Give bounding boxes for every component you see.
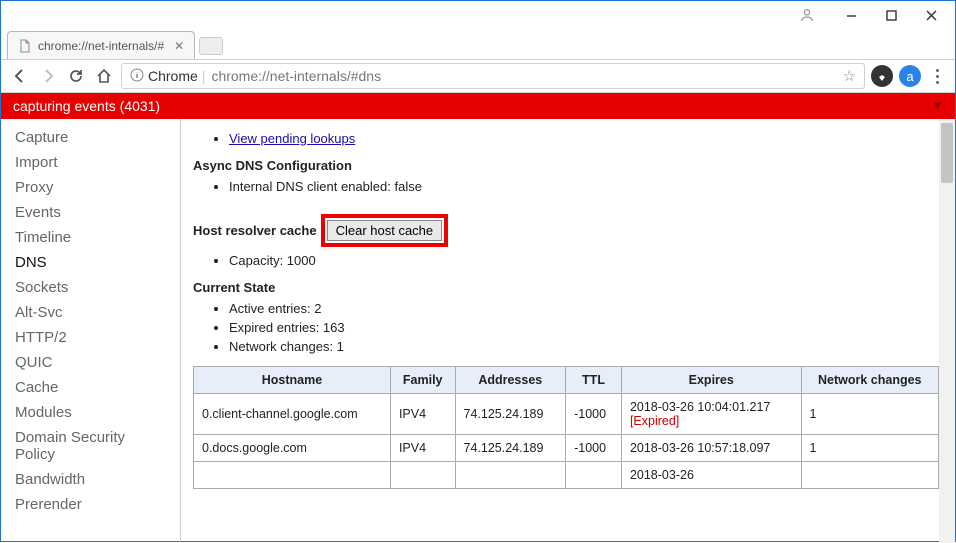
table-cell: 1 — [801, 435, 939, 462]
new-tab-button[interactable] — [199, 37, 223, 55]
capture-status-text: capturing events (4031) — [13, 98, 160, 114]
sidebar-item-alt-svc[interactable]: Alt-Svc — [1, 300, 180, 325]
state-item: Expired entries: 163 — [229, 318, 939, 337]
maximize-button[interactable] — [871, 1, 911, 29]
sidebar-item-proxy[interactable]: Proxy — [1, 175, 180, 200]
content-area: CaptureImportProxyEventsTimelineDNSSocke… — [1, 119, 955, 543]
main-panel: View pending lookups Async DNS Configura… — [181, 119, 955, 543]
table-cell: 2018-03-26 10:57:18.097 — [621, 435, 801, 462]
column-header: Expires — [621, 367, 801, 394]
profile-icon[interactable] — [795, 3, 819, 27]
highlight-box: Clear host cache — [321, 214, 449, 247]
sidebar-item-events[interactable]: Events — [1, 200, 180, 225]
browser-toolbar: Chrome | chrome://net-internals/#dns ☆ a — [1, 59, 955, 93]
table-cell: IPV4 — [390, 435, 455, 462]
table-cell: 0.client-channel.google.com — [194, 394, 391, 435]
table-cell: 2018-03-26 10:04:01.217[Expired] — [621, 394, 801, 435]
url-text: chrome://net-internals/#dns — [211, 68, 842, 84]
column-header: TTL — [566, 367, 622, 394]
table-cell: 2018-03-26 — [621, 462, 801, 489]
back-button[interactable] — [9, 65, 31, 87]
host-resolver-label: Host resolver cache — [193, 223, 317, 238]
browser-tab[interactable]: chrome://net-internals/# ✕ — [7, 31, 195, 59]
minimize-button[interactable] — [831, 1, 871, 29]
sidebar-item-prerender[interactable]: Prerender — [1, 492, 180, 517]
bookmark-star-icon[interactable]: ☆ — [843, 67, 856, 85]
home-button[interactable] — [93, 65, 115, 87]
current-state-heading: Current State — [193, 280, 939, 295]
scrollbar-track[interactable] — [939, 119, 955, 543]
scrollbar-thumb[interactable] — [941, 123, 953, 183]
table-cell: 74.125.24.189 — [455, 394, 566, 435]
table-cell: -1000 — [566, 394, 622, 435]
clear-host-cache-button[interactable]: Clear host cache — [327, 220, 443, 241]
async-dns-heading: Async DNS Configuration — [193, 158, 939, 173]
sidebar-item-import[interactable]: Import — [1, 150, 180, 175]
reload-button[interactable] — [65, 65, 87, 87]
table-cell: -1000 — [566, 435, 622, 462]
window-titlebar — [1, 1, 955, 29]
column-header: Addresses — [455, 367, 566, 394]
table-cell — [194, 462, 391, 489]
table-row: 0.client-channel.google.comIPV474.125.24… — [194, 394, 939, 435]
tab-close-icon[interactable]: ✕ — [174, 39, 184, 53]
sidebar-item-dns[interactable]: DNS — [1, 250, 180, 275]
capture-status-bar[interactable]: capturing events (4031) ▼ — [1, 93, 955, 119]
table-cell: 1 — [801, 394, 939, 435]
table-row: 2018-03-26 — [194, 462, 939, 489]
table-cell: 0.docs.google.com — [194, 435, 391, 462]
sidebar: CaptureImportProxyEventsTimelineDNSSocke… — [1, 119, 181, 543]
close-button[interactable] — [911, 1, 951, 29]
extension-icon-1[interactable] — [871, 65, 893, 87]
sidebar-item-capture[interactable]: Capture — [1, 125, 180, 150]
tab-strip: chrome://net-internals/# ✕ — [1, 29, 955, 59]
sidebar-item-modules[interactable]: Modules — [1, 400, 180, 425]
column-header: Network changes — [801, 367, 939, 394]
table-cell — [566, 462, 622, 489]
document-icon — [18, 39, 32, 53]
table-cell — [801, 462, 939, 489]
extension-icon-2[interactable]: a — [899, 65, 921, 87]
async-dns-status: Internal DNS client enabled: false — [229, 177, 939, 196]
url-separator: | — [202, 68, 206, 84]
host-cache-table: HostnameFamilyAddressesTTLExpiresNetwork… — [193, 366, 939, 489]
table-cell: IPV4 — [390, 394, 455, 435]
forward-button — [37, 65, 59, 87]
sidebar-item-sockets[interactable]: Sockets — [1, 275, 180, 300]
table-cell — [390, 462, 455, 489]
sidebar-item-quic[interactable]: QUIC — [1, 350, 180, 375]
url-scheme: Chrome — [148, 68, 198, 84]
address-bar[interactable]: Chrome | chrome://net-internals/#dns ☆ — [121, 63, 865, 89]
column-header: Family — [390, 367, 455, 394]
sidebar-item-cache[interactable]: Cache — [1, 375, 180, 400]
view-pending-lookups-link[interactable]: View pending lookups — [229, 131, 355, 146]
table-row: 0.docs.google.comIPV474.125.24.189-10002… — [194, 435, 939, 462]
sidebar-item-timeline[interactable]: Timeline — [1, 225, 180, 250]
sidebar-item-bandwidth[interactable]: Bandwidth — [1, 467, 180, 492]
browser-menu-button[interactable] — [927, 69, 947, 84]
sidebar-item-domain-security-policy[interactable]: Domain Security Policy — [1, 425, 180, 467]
state-item: Network changes: 1 — [229, 337, 939, 356]
sidebar-item-http-2[interactable]: HTTP/2 — [1, 325, 180, 350]
dropdown-triangle-icon[interactable]: ▼ — [932, 100, 943, 112]
expired-tag: [Expired] — [630, 414, 679, 428]
table-cell: 74.125.24.189 — [455, 435, 566, 462]
column-header: Hostname — [194, 367, 391, 394]
tab-title: chrome://net-internals/# — [38, 39, 164, 53]
site-info-icon[interactable] — [130, 68, 144, 85]
capacity-text: Capacity: 1000 — [229, 251, 939, 270]
table-cell — [455, 462, 566, 489]
state-item: Active entries: 2 — [229, 299, 939, 318]
